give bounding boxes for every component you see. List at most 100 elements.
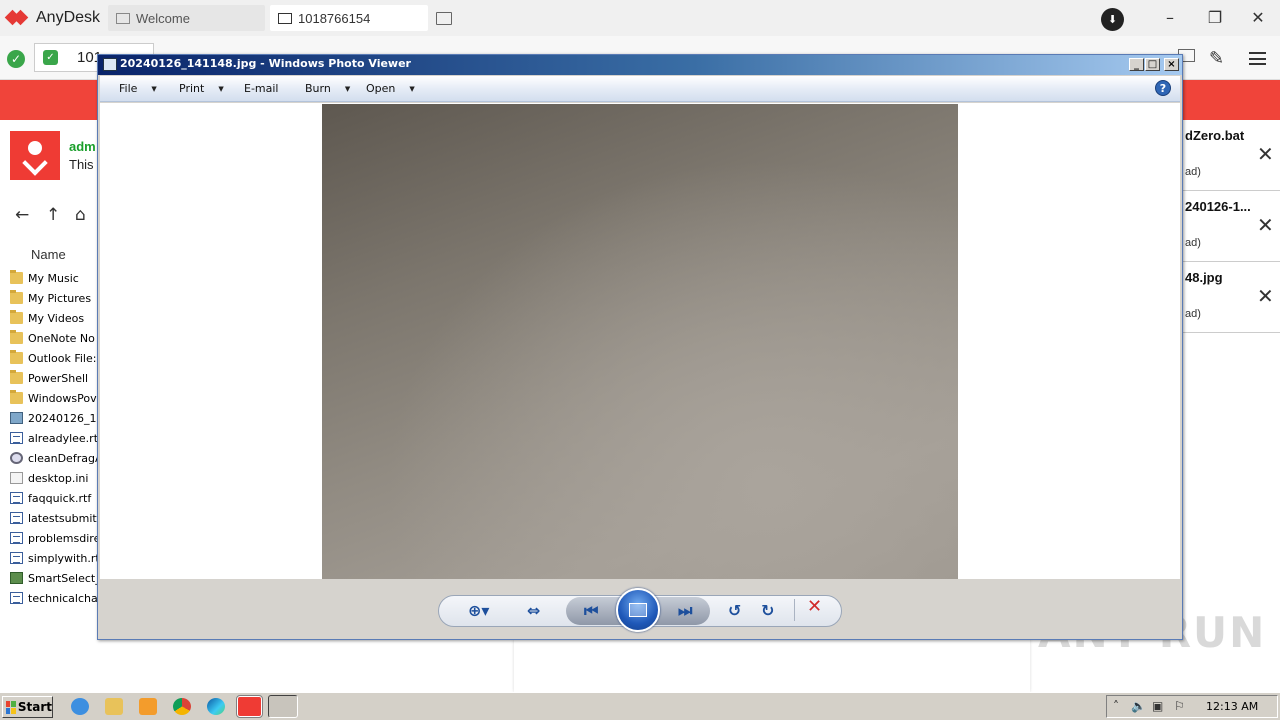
list-item[interactable]: WindowsPov — [10, 388, 98, 408]
next-icon[interactable]: ⏭ — [678, 602, 692, 620]
account-icon[interactable]: ⬇ — [1101, 8, 1124, 31]
up-icon[interactable]: ↑ — [46, 205, 60, 225]
actual-size-icon[interactable]: ⇔ — [527, 602, 540, 620]
list-item[interactable]: faqquick.rtf — [10, 488, 98, 508]
download-app-icon — [10, 131, 60, 180]
maximize-icon[interactable]: □ — [1145, 58, 1160, 71]
photo-viewer-taskbar-icon[interactable] — [268, 695, 298, 718]
program-icon — [10, 572, 23, 584]
list-item[interactable]: My Pictures — [10, 288, 98, 308]
file-name: problemsdire — [28, 531, 98, 545]
list-item[interactable]: OneNote No — [10, 328, 98, 348]
page-card — [514, 638, 1030, 692]
list-item[interactable]: alreadylee.rtf — [10, 428, 98, 448]
pen-icon[interactable]: ✎ — [1209, 48, 1224, 69]
edge-icon[interactable] — [207, 698, 225, 715]
rtf-icon — [10, 532, 23, 544]
network-icon[interactable]: ▣ — [1152, 699, 1163, 713]
menu-email[interactable]: E-mail — [244, 82, 279, 95]
list-item[interactable]: My Videos — [10, 308, 98, 328]
rtf-icon — [10, 512, 23, 524]
column-header-name[interactable]: Name — [10, 247, 98, 266]
anydesk-tab-bar: AnyDesk Welcome 1018766154 ⬇ – ❐ ✕ — [0, 0, 1280, 36]
menu-print[interactable]: Print ▼ — [179, 82, 224, 95]
home-icon[interactable]: ⌂ — [75, 205, 86, 225]
list-item[interactable]: Outlook File: — [10, 348, 98, 368]
connection-status-icon: ✓ — [7, 50, 25, 68]
minimize-icon[interactable]: _ — [1129, 58, 1144, 71]
list-item[interactable]: PowerShell — [10, 368, 98, 388]
list-item[interactable]: desktop.ini — [10, 468, 98, 488]
tab-label: Welcome — [136, 10, 190, 26]
close-icon[interactable]: ✕ — [1257, 286, 1274, 306]
download-item[interactable]: 240126-1... ad) ✕ — [1183, 191, 1280, 262]
chevron-up-icon[interactable]: ˄ — [1113, 699, 1119, 713]
close-icon[interactable]: × — [1164, 58, 1179, 71]
menu-label: Open — [366, 82, 396, 95]
list-item[interactable]: simplywith.rt — [10, 548, 98, 568]
download-item[interactable]: dZero.bat ad) ✕ — [1183, 120, 1280, 191]
menu-label: E-mail — [244, 82, 279, 95]
chevron-down-icon: ▼ — [151, 84, 157, 93]
download-status: ad) — [1185, 237, 1201, 249]
delete-icon[interactable]: ✕ — [807, 596, 822, 617]
list-item[interactable]: cleanDefragA — [10, 448, 98, 468]
minimize-icon[interactable]: – — [1160, 8, 1180, 28]
monitor-icon — [278, 12, 292, 24]
file-explorer-icon[interactable] — [105, 698, 123, 715]
download-name: 240126-1... — [1185, 199, 1251, 214]
back-icon[interactable]: ← — [15, 205, 29, 225]
hamburger-menu-icon[interactable] — [1249, 52, 1266, 65]
internet-explorer-icon[interactable] — [71, 698, 89, 715]
previous-icon[interactable]: ⏮ — [584, 602, 598, 620]
tab-welcome[interactable]: Welcome — [108, 5, 265, 31]
anydesk-taskbar-icon[interactable] — [236, 695, 263, 718]
media-player-icon[interactable] — [139, 698, 157, 715]
photo-image — [322, 104, 958, 579]
menu-file[interactable]: File ▼ — [119, 82, 157, 95]
file-name: My Pictures — [28, 291, 92, 305]
list-item[interactable]: 20240126_14 — [10, 408, 98, 428]
clock[interactable]: 12:13 AM — [1206, 700, 1258, 713]
download-status: ad) — [1185, 166, 1201, 178]
list-item[interactable]: problemsdire — [10, 528, 98, 548]
photo-viewer-menubar: File ▼ Print ▼ E-mail Burn ▼ Open ▼ ? — [100, 76, 1180, 102]
rtf-icon — [10, 492, 23, 504]
restore-icon[interactable]: ❐ — [1205, 8, 1225, 28]
close-icon[interactable]: ✕ — [1257, 144, 1274, 164]
file-name: simplywith.rt — [28, 551, 98, 565]
window-titlebar[interactable]: 20240126_141148.jpg - Windows Photo View… — [98, 55, 1182, 75]
list-item[interactable]: latestsubmitt — [10, 508, 98, 528]
user-subtitle: This — [69, 157, 94, 172]
zoom-icon[interactable]: ⊕▾ — [468, 602, 489, 620]
file-name: cleanDefragA — [28, 451, 98, 465]
close-icon[interactable]: ✕ — [1248, 8, 1268, 28]
chevron-down-icon: ▼ — [218, 84, 224, 93]
close-icon[interactable]: ✕ — [1257, 215, 1274, 235]
photo-canvas — [100, 103, 1180, 579]
slideshow-icon[interactable] — [616, 588, 660, 632]
new-session-icon[interactable] — [436, 12, 452, 25]
menu-burn[interactable]: Burn ▼ — [305, 82, 350, 95]
rtf-icon — [10, 432, 23, 444]
chrome-icon[interactable] — [173, 698, 191, 715]
file-name: latestsubmitt — [28, 511, 98, 525]
list-item[interactable]: SmartSelect_ — [10, 568, 98, 588]
rotate-counterclockwise-icon[interactable]: ↺ — [728, 602, 741, 620]
volume-icon[interactable]: 🔈 — [1131, 699, 1146, 713]
window-title: 20240126_141148.jpg - Windows Photo View… — [120, 57, 411, 70]
file-name: 20240126_14 — [28, 411, 98, 425]
tab-session[interactable]: 1018766154 — [270, 5, 428, 31]
list-item[interactable]: technicalchar — [10, 588, 98, 608]
help-icon[interactable]: ? — [1155, 80, 1171, 96]
file-name: OneNote No — [28, 331, 95, 345]
app-name: AnyDesk — [36, 9, 101, 26]
anydesk-logo-icon — [4, 8, 30, 28]
flag-icon[interactable]: ⚐ — [1174, 699, 1185, 713]
start-button[interactable]: Start — [2, 696, 53, 718]
rotate-clockwise-icon[interactable]: ↻ — [761, 602, 774, 620]
menu-open[interactable]: Open ▼ — [366, 82, 415, 95]
download-item[interactable]: 48.jpg ad) ✕ — [1183, 262, 1280, 333]
list-item[interactable]: My Music — [10, 268, 98, 288]
tab-label: 1018766154 — [298, 10, 371, 26]
